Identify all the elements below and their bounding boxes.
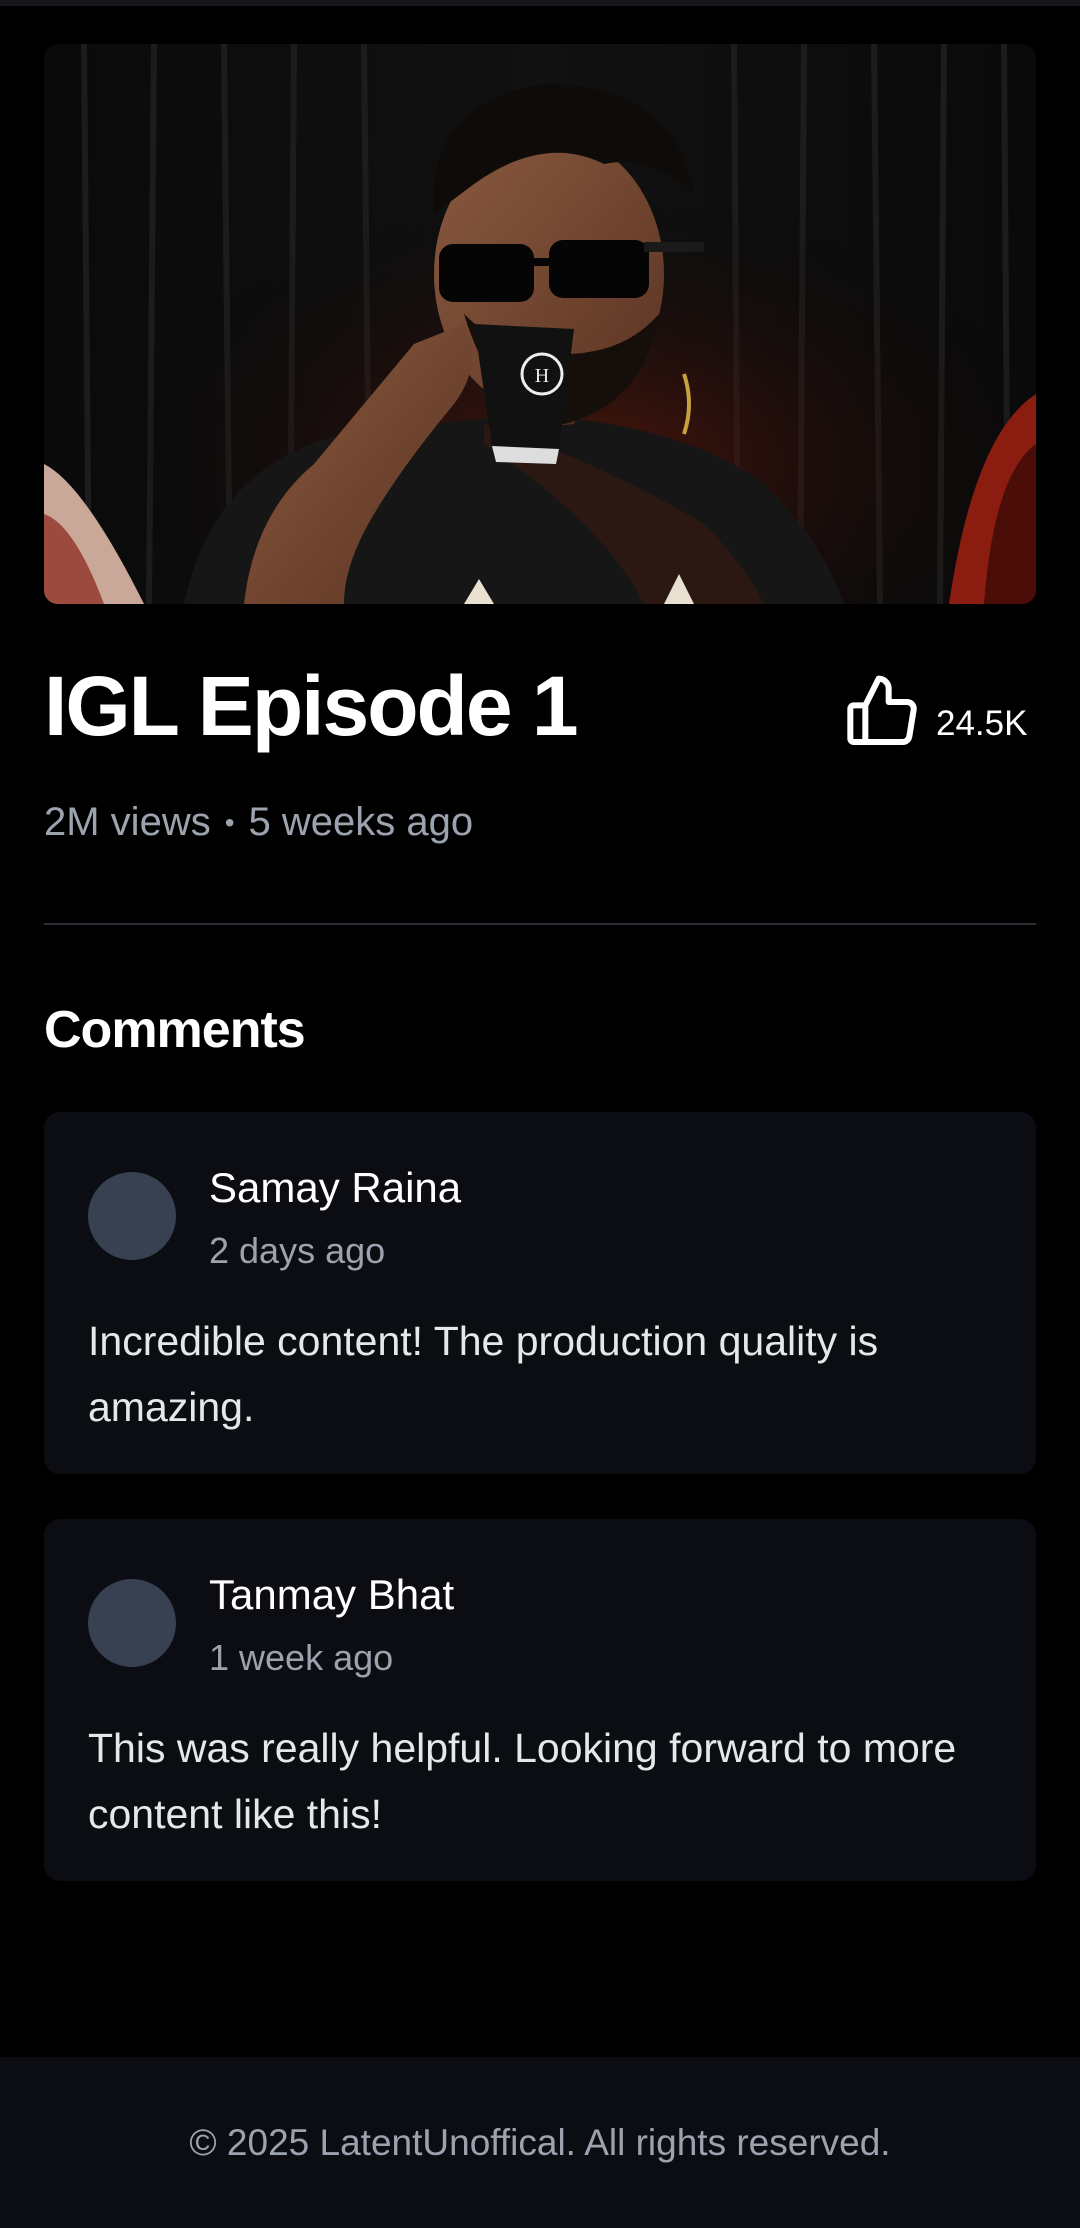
comment-time: 2 days ago: [209, 1230, 386, 1271]
page-footer: © 2025 LatentUnoffical. All rights reser…: [0, 2057, 1080, 2228]
comment-text: This was really helpful. Looking forward…: [88, 1725, 957, 1837]
avatar[interactable]: [88, 1172, 176, 1260]
like-button[interactable]: [842, 672, 922, 752]
view-count: 2M views: [44, 800, 211, 844]
video-thumbnail[interactable]: H: [44, 44, 1036, 604]
comment-author[interactable]: Tanmay Bhat: [209, 1571, 454, 1619]
comment-card: Samay Raina 2 days ago Incredible conten…: [44, 1112, 1036, 1474]
comment-text: Incredible content! The production quali…: [88, 1318, 879, 1430]
status-strip: [0, 0, 1080, 6]
copyright-text: © 2025 LatentUnoffical. All rights reser…: [189, 2121, 891, 2163]
video-title: IGL Episode 1: [44, 659, 579, 753]
svg-text:H: H: [535, 365, 549, 387]
meta-separator: •: [224, 806, 235, 838]
upload-time: 5 weeks ago: [248, 800, 474, 844]
avatar[interactable]: [88, 1579, 176, 1667]
section-divider: [44, 923, 1036, 925]
comments-heading: Comments: [44, 1001, 306, 1059]
comment-time: 1 week ago: [209, 1637, 394, 1678]
thumbs-up-icon: [847, 675, 917, 745]
comment-card: Tanmay Bhat 1 week ago This was really h…: [44, 1519, 1036, 1881]
video-frame-image: H: [44, 44, 1036, 604]
video-page: H IGL Episode 1 24.5K 2M views • 5 weeks…: [0, 0, 1080, 2228]
like-count: 24.5K: [936, 704, 1028, 743]
like-group: 24.5K: [842, 672, 1027, 752]
video-meta: 2M views • 5 weeks ago: [44, 800, 473, 845]
comment-author[interactable]: Samay Raina: [209, 1164, 461, 1212]
